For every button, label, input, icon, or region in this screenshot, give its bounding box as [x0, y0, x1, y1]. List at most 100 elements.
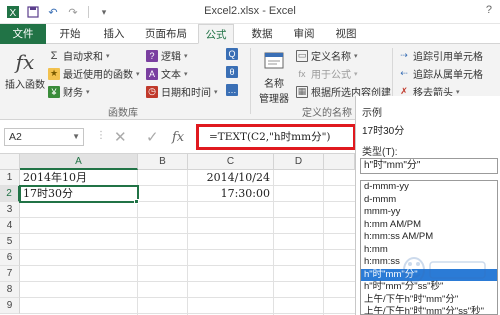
financial-book-icon: ¥ — [48, 85, 60, 98]
row-header-7[interactable]: 7 — [0, 266, 20, 282]
autosum-label: 自动求和 — [63, 52, 103, 63]
formula-bar: A2 ▼ ⋮ ✕ ✓ fx =TEXT(C2,"h时mm分") — [0, 120, 360, 154]
logical-label: 逻辑 — [161, 52, 181, 63]
logical-button[interactable]: ? 逻辑 ▾ — [146, 48, 188, 63]
tab-file[interactable]: 文件 — [0, 24, 46, 44]
tab-page-layout[interactable]: 页面布局 — [138, 24, 194, 44]
insert-function-fx-icon[interactable]: fx — [172, 130, 184, 145]
chevron-down-icon: ▾ — [456, 88, 460, 96]
column-header-c[interactable]: C — [188, 154, 274, 170]
use-in-formula-button[interactable]: fx 用于公式 ▾ — [296, 66, 358, 82]
trace-precedents-button[interactable]: ⇢ 追踪引用单元格 — [398, 48, 483, 63]
column-header-d[interactable]: D — [274, 154, 324, 170]
chevron-down-icon: ▾ — [106, 52, 110, 60]
trace-dependents-label: 追踪从属单元格 — [413, 70, 483, 81]
chevron-down-icon: ▾ — [214, 88, 218, 96]
datetime-label: 日期和时间 — [161, 88, 211, 99]
tab-insert[interactable]: 插入 — [96, 24, 132, 44]
column-header-b[interactable]: B — [138, 154, 188, 170]
trace-dependents-icon: ⇠ — [400, 68, 408, 78]
list-item[interactable]: h:mm:ss AM/PM — [361, 231, 497, 244]
row-header-5[interactable]: 5 — [0, 234, 20, 250]
trace-dependents-button[interactable]: ⇠ 追踪从属单元格 — [398, 66, 483, 81]
formula-tag-icon: fx — [298, 68, 306, 79]
type-input[interactable]: h"时"mm"分" — [360, 158, 498, 174]
star-book-icon: ★ — [48, 67, 60, 80]
gridline — [273, 170, 274, 315]
list-item[interactable]: d-mmm-yy — [361, 181, 497, 194]
more-functions-icon: … — [226, 84, 238, 96]
group-label-defined-names: 定义的名称 — [302, 108, 352, 119]
name-box[interactable]: A2 ▼ — [4, 128, 84, 146]
list-item[interactable]: h:mm AM/PM — [361, 219, 497, 232]
text-book-icon: A — [146, 67, 158, 80]
format-type-list[interactable]: d-mmm-yy d-mmm mmm-yy h:mm AM/PM h:mm:ss… — [360, 180, 498, 315]
more-functions-button[interactable]: … — [226, 84, 238, 96]
name-manager-label-2: 管理器 — [259, 94, 289, 105]
formula-bar-handle-icon: ⋮ — [96, 130, 106, 141]
sample-label: 示例 — [362, 108, 382, 119]
type-label: 类型(T): — [362, 147, 398, 158]
chevron-down-icon: ▾ — [354, 70, 358, 78]
math-button[interactable]: θ — [226, 66, 238, 78]
help-button[interactable]: ? — [486, 4, 492, 16]
select-all-corner[interactable] — [0, 154, 20, 170]
column-header-e[interactable] — [324, 154, 355, 170]
tab-data[interactable]: 数据 — [244, 24, 280, 44]
lookup-button[interactable]: Q — [226, 48, 238, 60]
row-header-6[interactable]: 6 — [0, 250, 20, 266]
financial-label: 财务 — [63, 88, 83, 99]
title-bar: X ↶ ↷ ▾ Excel2.xlsx - Excel ? — [0, 0, 500, 24]
text-button[interactable]: A 文本 ▾ — [146, 66, 188, 81]
tab-review[interactable]: 审阅 — [286, 24, 322, 44]
tab-home[interactable]: 开始 — [52, 24, 88, 44]
insert-function-label: 插入函数 — [5, 80, 45, 91]
trace-precedents-label: 追踪引用单元格 — [413, 52, 483, 63]
define-name-button[interactable]: ▭ 定义名称 ▾ — [296, 48, 358, 63]
row-header-4[interactable]: 4 — [0, 218, 20, 234]
datetime-book-icon: ◷ — [146, 85, 158, 98]
cell-a1[interactable]: 2014年10月 — [23, 170, 87, 186]
list-item[interactable]: mmm-yy — [361, 206, 497, 219]
name-manager-label-1: 名称 — [264, 79, 284, 90]
row-header-3[interactable]: 3 — [0, 202, 20, 218]
cell-c2[interactable]: 17:30:00 — [188, 186, 270, 202]
list-item[interactable]: 上午/下午h"时"mm"分"ss"秒" — [361, 306, 497, 314]
cell-c1[interactable]: 2014/10/24 — [188, 170, 270, 186]
formula-input[interactable]: =TEXT(C2,"h时mm分") — [196, 124, 356, 150]
insert-function-button[interactable]: fx 插入函数 — [4, 50, 46, 91]
datetime-button[interactable]: ◷ 日期和时间 ▾ — [146, 84, 218, 99]
logical-book-icon: ? — [146, 49, 158, 62]
window-title: Excel2.xlsx - Excel — [204, 5, 296, 17]
math-book-icon: θ — [226, 66, 238, 78]
recent-functions-label: 最近使用的函数 — [63, 70, 133, 81]
list-item[interactable]: 上午/下午h"时"mm"分" — [361, 294, 497, 307]
autosum-button[interactable]: Σ 自动求和 ▾ — [48, 48, 110, 64]
financial-button[interactable]: ¥ 财务 ▾ — [48, 84, 90, 99]
tab-view[interactable]: 视图 — [328, 24, 364, 44]
group-label-function-library: 函数库 — [108, 108, 138, 119]
use-in-formula-label: 用于公式 — [311, 70, 351, 81]
chevron-down-icon: ▾ — [136, 70, 140, 78]
lookup-book-icon: Q — [226, 48, 238, 60]
chevron-down-icon: ▾ — [354, 52, 358, 60]
row-header-8[interactable]: 8 — [0, 282, 20, 298]
enter-entry-icon[interactable]: ✓ — [146, 128, 159, 146]
row-header-2[interactable]: 2 — [0, 186, 20, 202]
trace-precedents-icon: ⇢ — [400, 50, 408, 60]
row-header-9[interactable]: 9 — [0, 298, 20, 314]
name-manager-icon — [263, 50, 285, 75]
cancel-entry-icon[interactable]: ✕ — [114, 128, 127, 146]
grid-create-icon: ▦ — [296, 85, 308, 98]
list-item[interactable]: d-mmm — [361, 194, 497, 207]
name-manager-button[interactable]: 名称 管理器 — [254, 50, 294, 105]
fill-handle[interactable] — [134, 199, 139, 204]
row-header-1[interactable]: 1 — [0, 170, 20, 186]
ribbon-tabs: 文件 开始 插入 页面布局 公式 数据 审阅 视图 — [0, 24, 500, 44]
tab-formulas[interactable]: 公式 — [198, 24, 234, 44]
fx-icon: fx — [15, 50, 35, 74]
column-header-a[interactable]: A — [20, 154, 138, 170]
text-label: 文本 — [161, 70, 181, 81]
recent-functions-button[interactable]: ★ 最近使用的函数 ▾ — [48, 66, 140, 81]
name-box-value: A2 — [9, 131, 22, 143]
